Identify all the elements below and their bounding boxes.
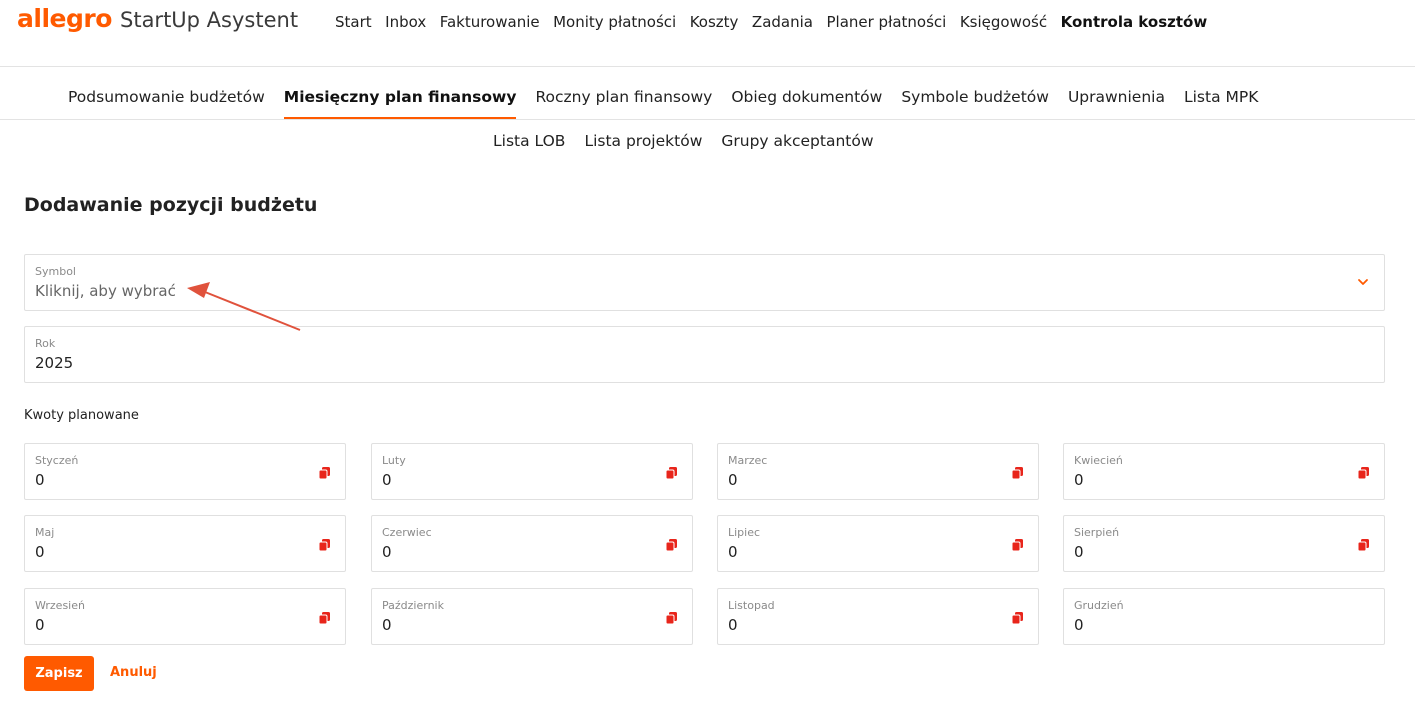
month-label: Listopad bbox=[728, 599, 775, 612]
copy-icon[interactable] bbox=[1357, 466, 1371, 480]
month-value: 0 bbox=[382, 471, 392, 489]
copy-icon[interactable] bbox=[318, 466, 332, 480]
sub-nav: Podsumowanie budżetów Miesięczny plan fi… bbox=[0, 88, 1415, 120]
month-value: 0 bbox=[35, 616, 45, 634]
tab-lista-mpk[interactable]: Lista MPK bbox=[1184, 88, 1258, 118]
month-field[interactable]: Marzec 0 bbox=[717, 443, 1039, 500]
month-value: 0 bbox=[382, 543, 392, 561]
nav-item-fakturowanie[interactable]: Fakturowanie bbox=[440, 13, 540, 31]
main-nav: Start Inbox Fakturowanie Monity płatnośc… bbox=[335, 13, 1221, 31]
nav-item-planer-platnosci[interactable]: Planer płatności bbox=[826, 13, 946, 31]
month-value: 0 bbox=[1074, 471, 1084, 489]
month-field[interactable]: Kwiecień 0 bbox=[1063, 443, 1385, 500]
symbol-placeholder: Kliknij, aby wybrać bbox=[35, 282, 176, 300]
month-label: Kwiecień bbox=[1074, 454, 1123, 467]
month-value: 0 bbox=[1074, 543, 1084, 561]
rok-field[interactable]: Rok 2025 bbox=[24, 326, 1385, 383]
month-value: 0 bbox=[382, 616, 392, 634]
month-label: Styczeń bbox=[35, 454, 79, 467]
copy-icon[interactable] bbox=[318, 611, 332, 625]
month-value: 0 bbox=[728, 471, 738, 489]
month-field[interactable]: Grudzień 0 bbox=[1063, 588, 1385, 645]
copy-icon[interactable] bbox=[1011, 466, 1025, 480]
sub-nav-row2: Lista LOB Lista projektów Grupy akceptan… bbox=[493, 132, 893, 162]
tab-grupy-akceptantow[interactable]: Grupy akceptantów bbox=[721, 132, 873, 162]
cancel-link[interactable]: Anuluj bbox=[110, 665, 157, 680]
month-label: Grudzień bbox=[1074, 599, 1124, 612]
nav-item-koszty[interactable]: Koszty bbox=[690, 13, 739, 31]
month-label: Sierpień bbox=[1074, 526, 1120, 539]
copy-icon[interactable] bbox=[665, 466, 679, 480]
allegro-logo[interactable]: allegro bbox=[17, 4, 112, 33]
tab-symbole-budzetow[interactable]: Symbole budżetów bbox=[901, 88, 1049, 118]
month-label: Lipiec bbox=[728, 526, 761, 539]
chevron-down-icon[interactable] bbox=[1356, 275, 1370, 289]
month-field[interactable]: Czerwiec 0 bbox=[371, 515, 693, 572]
month-field[interactable]: Luty 0 bbox=[371, 443, 693, 500]
top-header: allegro StartUp Asystent Start Inbox Fak… bbox=[0, 0, 1415, 44]
month-field[interactable]: Październik 0 bbox=[371, 588, 693, 645]
tab-podsumowanie-budzetow[interactable]: Podsumowanie budżetów bbox=[68, 88, 265, 118]
tab-obieg-dokumentow[interactable]: Obieg dokumentów bbox=[731, 88, 882, 118]
nav-item-zadania[interactable]: Zadania bbox=[752, 13, 813, 31]
month-value: 0 bbox=[35, 543, 45, 561]
symbol-label: Symbol bbox=[35, 265, 76, 278]
planned-amounts-label: Kwoty planowane bbox=[24, 408, 139, 423]
month-label: Wrzesień bbox=[35, 599, 85, 612]
rok-value: 2025 bbox=[35, 354, 74, 372]
tab-lista-projektow[interactable]: Lista projektów bbox=[584, 132, 702, 162]
subnav-divider bbox=[0, 119, 1415, 120]
month-field[interactable]: Maj 0 bbox=[24, 515, 346, 572]
month-value: 0 bbox=[728, 543, 738, 561]
copy-icon[interactable] bbox=[1011, 538, 1025, 552]
nav-item-monity-platnosci[interactable]: Monity płatności bbox=[553, 13, 676, 31]
month-label: Luty bbox=[382, 454, 406, 467]
tab-lista-lob[interactable]: Lista LOB bbox=[493, 132, 565, 162]
header-divider bbox=[0, 66, 1415, 67]
copy-icon[interactable] bbox=[665, 538, 679, 552]
save-button[interactable]: Zapisz bbox=[24, 656, 94, 691]
month-label: Maj bbox=[35, 526, 55, 539]
month-label: Czerwiec bbox=[382, 526, 432, 539]
nav-item-kontrola-kosztow[interactable]: Kontrola kosztów bbox=[1061, 13, 1208, 31]
month-value: 0 bbox=[35, 471, 45, 489]
page-title: Dodawanie pozycji budżetu bbox=[24, 194, 318, 216]
month-field[interactable]: Sierpień 0 bbox=[1063, 515, 1385, 572]
nav-item-ksiegowosc[interactable]: Księgowość bbox=[960, 13, 1047, 31]
nav-item-inbox[interactable]: Inbox bbox=[385, 13, 426, 31]
copy-icon[interactable] bbox=[1011, 611, 1025, 625]
tab-miesieczny-plan-finansowy[interactable]: Miesięczny plan finansowy bbox=[283, 88, 516, 119]
copy-icon[interactable] bbox=[318, 538, 332, 552]
month-label: Październik bbox=[382, 599, 444, 612]
month-value: 0 bbox=[1074, 616, 1084, 634]
month-label: Marzec bbox=[728, 454, 768, 467]
tab-roczny-plan-finansowy[interactable]: Roczny plan finansowy bbox=[535, 88, 712, 118]
copy-icon[interactable] bbox=[1357, 538, 1371, 552]
month-field[interactable]: Styczeń 0 bbox=[24, 443, 346, 500]
app-title: StartUp Asystent bbox=[120, 8, 299, 32]
nav-item-start[interactable]: Start bbox=[335, 13, 372, 31]
copy-icon[interactable] bbox=[665, 611, 679, 625]
month-value: 0 bbox=[728, 616, 738, 634]
rok-label: Rok bbox=[35, 337, 56, 350]
symbol-select[interactable]: Symbol Kliknij, aby wybrać bbox=[24, 254, 1385, 311]
month-field[interactable]: Lipiec 0 bbox=[717, 515, 1039, 572]
tab-uprawnienia[interactable]: Uprawnienia bbox=[1068, 88, 1165, 118]
month-field[interactable]: Wrzesień 0 bbox=[24, 588, 346, 645]
month-field[interactable]: Listopad 0 bbox=[717, 588, 1039, 645]
